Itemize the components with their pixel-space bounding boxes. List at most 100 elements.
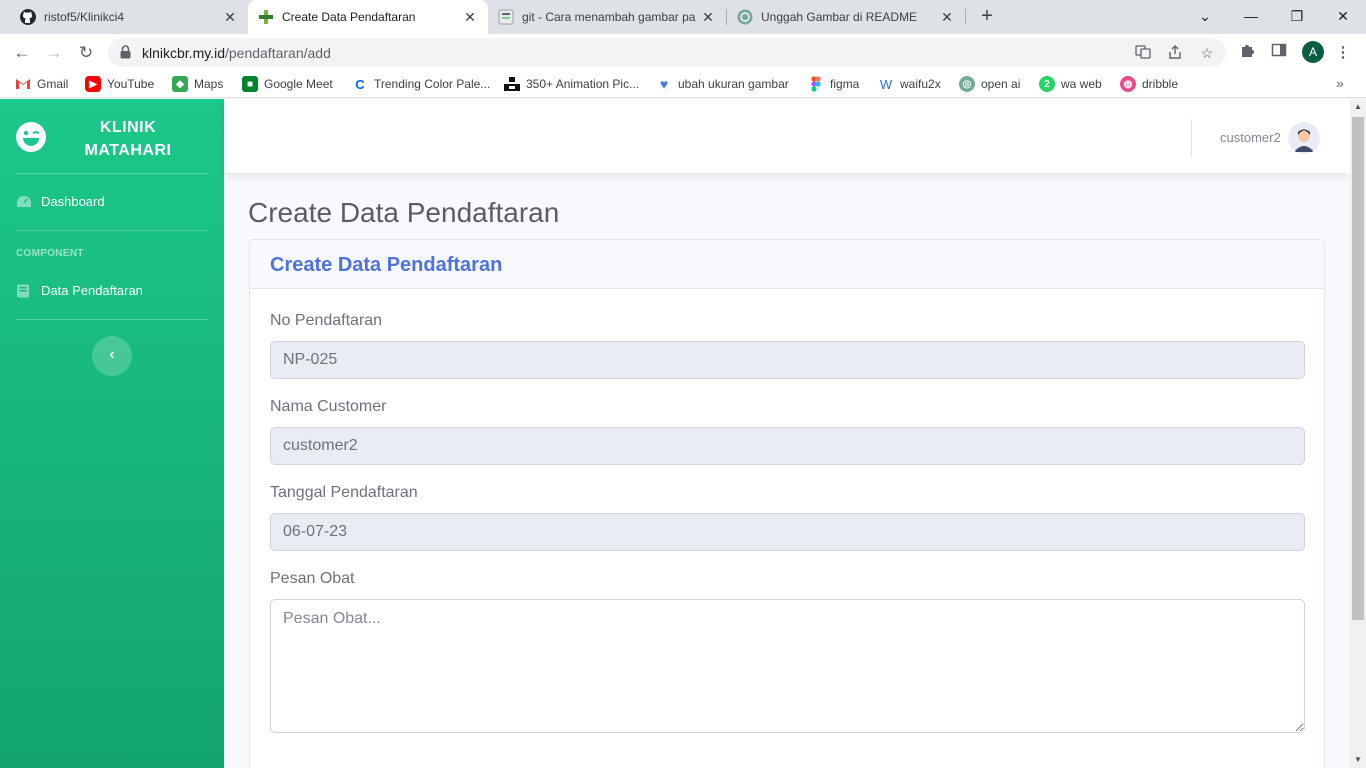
new-tab-button[interactable]: + [975, 5, 999, 29]
gmail-icon [15, 76, 31, 92]
sidebar-heading: COMPONENT [16, 248, 84, 259]
tab-github[interactable]: ristof5/Klinikci4 ✕ [10, 0, 248, 34]
scrollbar-thumb[interactable] [1352, 117, 1364, 620]
url-host: klnikcbr.my.id [142, 45, 225, 61]
browser-toolbar: ← → ↻ klnikcbr.my.id/pendaftaran/add ☆ A… [0, 34, 1366, 71]
scroll-up-arrow[interactable]: ▲ [1350, 99, 1366, 115]
bookmark-openai[interactable]: ◎ open ai [959, 76, 1020, 92]
bookmark-maps[interactable]: ◆ Maps [172, 76, 223, 92]
sidebar-divider [16, 230, 208, 231]
page-viewport: KLINIK MATAHARI Dashboard COMPONENT Data… [0, 99, 1366, 768]
close-tab-icon[interactable]: ✕ [700, 9, 716, 26]
bookmark-label: Trending Color Pale... [374, 77, 491, 91]
sidebar-item-dashboard[interactable]: Dashboard [16, 194, 105, 209]
forward-button[interactable]: → [41, 40, 67, 66]
bookmark-gmail[interactable]: Gmail [15, 76, 68, 92]
bookmark-label: Gmail [37, 77, 69, 91]
top-navbar: customer2 [224, 99, 1350, 173]
brand-line1: KLINIK [99, 119, 157, 136]
bookmark-label: YouTube [107, 77, 155, 91]
address-bar[interactable]: klnikcbr.my.id/pendaftaran/add ☆ [108, 38, 1226, 67]
dribbble-icon: ◍ [1120, 76, 1136, 92]
tab-unggah-gambar[interactable]: Unggah Gambar di README ✕ [727, 0, 965, 34]
tab-search-button[interactable]: ⌄ [1182, 0, 1228, 34]
figma-icon [808, 76, 824, 92]
laugh-wink-icon [15, 121, 47, 153]
sidebar-toggle-button[interactable]: ‹ [92, 336, 132, 376]
url-text: klnikcbr.my.id/pendaftaran/add [142, 45, 331, 61]
bookmark-figma[interactable]: figma [808, 76, 859, 92]
back-button[interactable]: ← [9, 40, 35, 66]
whatsapp-icon: 2 [1039, 76, 1055, 92]
nama-customer-label: Nama Customer [270, 398, 387, 415]
brand-name: KLINIK MATAHARI [70, 116, 186, 162]
page-scrollbar[interactable]: ▲ ▼ [1350, 99, 1366, 768]
restore-button[interactable]: ❐ [1274, 0, 1320, 34]
card-header: Create Data Pendaftaran [250, 240, 1324, 289]
tab-title: Create Data Pendaftaran [282, 10, 416, 24]
close-window-button[interactable]: ✕ [1320, 0, 1366, 34]
tanggal-pendaftaran-label: Tanggal Pendaftaran [270, 484, 418, 501]
tab-title: Unggah Gambar di README [761, 10, 918, 24]
nama-customer-field[interactable]: customer2 [270, 427, 1305, 465]
bookmark-youtube[interactable]: ▶ YouTube [85, 76, 154, 92]
bookmark-dribbble[interactable]: ◍ dribble [1120, 76, 1178, 92]
side-panel-icon[interactable] [1268, 42, 1290, 64]
bookmark-label: wa web [1061, 77, 1102, 91]
bookmark-label: open ai [981, 77, 1021, 91]
translate-icon[interactable] [1134, 44, 1152, 62]
bookmark-label: figma [830, 77, 860, 91]
bookmark-animation[interactable]: 350+ Animation Pic... [504, 76, 639, 92]
share-icon[interactable] [1166, 44, 1184, 62]
bookmark-label: 350+ Animation Pic... [526, 77, 640, 91]
tachometer-icon [16, 195, 32, 209]
openai-icon [737, 9, 753, 25]
sidebar-brand[interactable]: KLINIK MATAHARI [0, 99, 224, 173]
tab-title: git - Cara menambah gambar pa [522, 10, 696, 24]
book-icon [16, 284, 32, 298]
url-path: /pendaftaran/add [224, 45, 331, 61]
topbar-divider [1191, 119, 1192, 157]
bookmark-meet[interactable]: ■ Google Meet [242, 76, 333, 92]
bookmark-label: Maps [194, 77, 224, 91]
unsplash-icon [504, 76, 520, 92]
bookmark-star-icon[interactable]: ☆ [1198, 44, 1216, 62]
clinic-favicon [258, 9, 274, 25]
browser-tab-bar: ristof5/Klinikci4 ✕ Create Data Pendafta… [0, 0, 1366, 34]
tab-git-question[interactable]: git - Cara menambah gambar pa ✕ [488, 0, 726, 34]
form-card: Create Data Pendaftaran No Pendaftaran N… [249, 239, 1325, 768]
pesan-obat-textarea[interactable] [270, 599, 1305, 733]
extensions-icon[interactable] [1236, 42, 1258, 64]
user-name[interactable]: customer2 [1220, 130, 1281, 145]
close-tab-icon[interactable]: ✕ [462, 9, 478, 26]
close-tab-icon[interactable]: ✕ [222, 9, 238, 26]
tanggal-pendaftaran-field[interactable]: 06-07-23 [270, 513, 1305, 551]
more-bookmarks-icon[interactable]: » [1336, 75, 1344, 91]
git-favicon [498, 9, 514, 25]
reload-button[interactable]: ↻ [73, 40, 99, 66]
tab-create-pendaftaran[interactable]: Create Data Pendaftaran ✕ [248, 0, 488, 34]
bookmark-wa-web[interactable]: 2 wa web [1039, 76, 1102, 92]
scroll-down-arrow[interactable]: ▼ [1350, 752, 1366, 768]
sidebar-divider [16, 173, 208, 174]
avatar[interactable] [1288, 122, 1320, 154]
sidebar-divider [16, 319, 208, 320]
chrome-menu-icon[interactable]: ⋮ [1332, 42, 1354, 64]
profile-avatar[interactable]: A [1302, 41, 1324, 63]
bookmark-label: Google Meet [264, 77, 333, 91]
bookmark-label: ubah ukuran gambar [678, 77, 789, 91]
close-tab-icon[interactable]: ✕ [939, 9, 955, 26]
waifu-icon: W [879, 76, 893, 92]
sidebar-item-pendaftaran[interactable]: Data Pendaftaran [16, 283, 143, 298]
bookmark-ubah-ukuran[interactable]: ♥ ubah ukuran gambar [656, 76, 789, 92]
no-pendaftaran-field[interactable]: NP-025 [270, 341, 1305, 379]
no-pendaftaran-label: No Pendaftaran [270, 312, 383, 329]
meet-icon: ■ [242, 76, 258, 92]
minimize-button[interactable]: — [1228, 0, 1274, 34]
bookmark-coolors[interactable]: C Trending Color Pale... [352, 76, 490, 92]
sidebar-item-label: Dashboard [41, 194, 105, 209]
bookmark-label: waifu2x [900, 77, 941, 91]
bookmarks-bar: Gmail ▶ YouTube ◆ Maps ■ Google Meet C T… [0, 71, 1366, 98]
bookmark-waifu2x[interactable]: W waifu2x [878, 76, 941, 92]
sidebar-item-label: Data Pendaftaran [41, 283, 143, 298]
